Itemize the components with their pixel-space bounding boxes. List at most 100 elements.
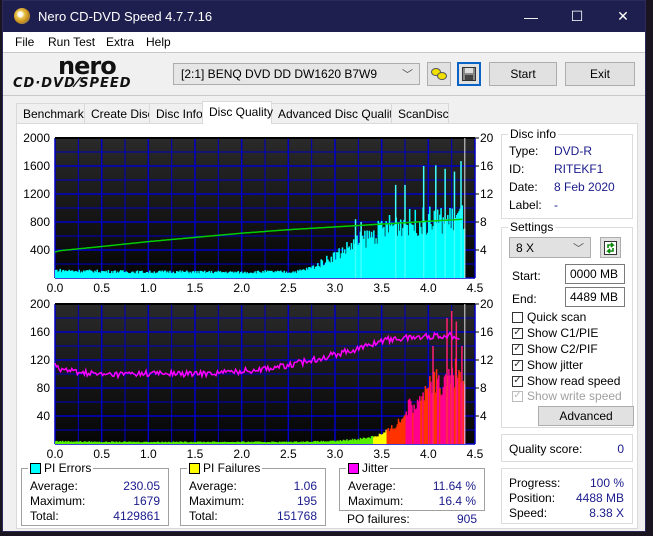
- pi-failures-avg: 1.06: [293, 479, 317, 493]
- y-left-tick-label: 1200: [23, 187, 50, 201]
- po-failures-value: 905: [456, 512, 477, 526]
- y-right-tick-label: 20: [480, 297, 494, 311]
- x-tick-label: 0.0: [47, 281, 64, 293]
- pi-failures-max: 195: [296, 494, 317, 508]
- tab-disc-quality[interactable]: Disc Quality: [202, 101, 273, 124]
- pi-errors-group: PI Errors Average: 230.05 Maximum: 1679 To…: [21, 461, 169, 526]
- logo-product: CD·DVD⁄SPEED: [13, 76, 132, 91]
- pi-failures-swatch: [189, 462, 200, 474]
- label-label: Label:: [509, 198, 542, 212]
- pi-errors-max-label: Maximum:: [30, 494, 86, 508]
- pi-errors-total: 4129861: [113, 509, 160, 523]
- disc-quality-panel: 2000 1600 1200 800 400 20 16 12 8 4 0.0 0.5 1.0 1.5 2.…: [16, 123, 638, 529]
- quality-score-label: Quality score:: [509, 442, 583, 456]
- app-window: Nero CD-DVD Speed 4.7.7.16 — ☐ ✕ File Ru…: [2, 0, 646, 532]
- quick-scan-checkbox[interactable]: Quick scan: [512, 310, 586, 324]
- jitter-title: Jitter: [362, 461, 389, 475]
- pi-errors-avg: 230.05: [123, 479, 160, 493]
- start-field[interactable]: 0000 MB: [565, 264, 625, 284]
- y-left-tick-label: 2000: [23, 131, 50, 145]
- x-tick-label: 1.0: [140, 281, 157, 293]
- tab-benchmark[interactable]: Benchmark: [16, 103, 85, 123]
- show-write-speed-checkbox: ✓ Show write speed: [512, 389, 622, 403]
- x-tick-label: 4.5: [467, 447, 484, 459]
- jitter-swatch: [348, 462, 359, 474]
- maximize-button[interactable]: ☐: [554, 1, 600, 32]
- po-failures-label: PO failures:: [347, 512, 410, 526]
- x-tick-label: 2.0: [233, 281, 250, 293]
- pi-failures-avg-label: Average:: [189, 479, 237, 493]
- nero-logo: nero CD·DVD⁄SPEED: [13, 52, 168, 93]
- chevron-down-icon: ﹀: [573, 243, 584, 255]
- menu-help[interactable]: Help: [146, 35, 171, 49]
- refresh-arrows-icon: [604, 240, 617, 255]
- menu-file[interactable]: File: [15, 35, 34, 49]
- tab-scandisc[interactable]: ScanDisc: [391, 103, 449, 123]
- pi-errors-chart: 2000 1600 1200 800 400 20 16 12 8 4 0.0 0.5 1.0 1.5 2.…: [17, 128, 497, 293]
- x-tick-label: 1.5: [187, 281, 204, 293]
- checkmark-icon: ✓: [512, 343, 523, 355]
- pi-errors-swatch: [30, 462, 41, 474]
- progress-group: Progress: 100 % Position: 4488 MB Speed: 8.…: [501, 468, 633, 524]
- y-left-tick-label: 800: [30, 215, 50, 229]
- close-button[interactable]: ✕: [600, 1, 646, 32]
- drive-select[interactable]: [2:1] BENQ DVD DD DW1620 B7W9 ﹀: [173, 63, 420, 85]
- tab-disc-info[interactable]: Disc Info: [149, 103, 203, 123]
- window-title: Nero CD-DVD Speed 4.7.7.16: [38, 9, 213, 24]
- y-left-tick-label: 200: [30, 297, 50, 311]
- show-c2-checkbox[interactable]: ✓ Show C2/PIF: [512, 342, 598, 356]
- advanced-button[interactable]: Advanced: [538, 406, 634, 426]
- pi-failures-chart-svg: 200 160 120 80 40 20 16 12 8 4 0.0 0.5 1.0 1.5 2.0 2.5 3…: [30, 297, 494, 459]
- jitter-avg: 11.64 %: [432, 479, 476, 493]
- chevron-down-icon: ﹀: [402, 69, 413, 81]
- menu-bar: File Run Test Extra Help: [3, 32, 645, 52]
- save-button[interactable]: [457, 62, 481, 86]
- y-right-tick-label: 16: [480, 159, 494, 173]
- checkmark-icon: ✓: [512, 390, 523, 402]
- date-label: Date:: [509, 180, 538, 194]
- pi-failures-total: 151768: [276, 509, 317, 523]
- disc-id: RITEKF1: [554, 162, 604, 176]
- start-button[interactable]: Start: [489, 62, 557, 86]
- checkmark-icon: ✓: [512, 375, 523, 387]
- disc-label: -: [554, 198, 558, 212]
- title-bar: Nero CD-DVD Speed 4.7.7.16 — ☐ ✕: [3, 1, 645, 32]
- tab-advanced-disc-quality[interactable]: Advanced Disc Quality: [271, 103, 399, 123]
- pi-errors-max: 1679: [133, 494, 160, 508]
- exit-button[interactable]: Exit: [565, 62, 635, 86]
- disc-info-group: Disc info Type: DVD-R ID: RITEKF1 Date: 8 F…: [501, 127, 633, 219]
- y-right-tick-label: 8: [480, 215, 487, 229]
- pi-errors-chart-svg: 2000 1600 1200 800 400 20 16 12 8 4 0.0 0.5 1.0 1.5 2.…: [23, 131, 494, 293]
- floppy-disk-icon: [462, 67, 476, 81]
- x-tick-label: 0.0: [47, 447, 64, 459]
- menu-extra[interactable]: Extra: [106, 35, 134, 49]
- jitter-avg-label: Average:: [348, 479, 396, 493]
- y-left-tick-label: 120: [30, 353, 50, 367]
- checkbox-icon: [512, 311, 523, 323]
- x-tick-label: 2.5: [280, 281, 297, 293]
- show-jitter-checkbox[interactable]: ✓ Show jitter: [512, 358, 583, 372]
- menu-run-test[interactable]: Run Test: [48, 35, 95, 49]
- y-right-tick-label: 4: [480, 243, 487, 257]
- drive-info-button[interactable]: [427, 62, 451, 86]
- disc-type: DVD-R: [554, 144, 592, 158]
- x-tick-label: 2.0: [233, 447, 250, 459]
- x-tick-label: 1.5: [187, 447, 204, 459]
- pi-failures-max-label: Maximum:: [189, 494, 245, 508]
- show-read-speed-checkbox[interactable]: ✓ Show read speed: [512, 374, 620, 388]
- tab-create-disc[interactable]: Create Disc: [84, 103, 154, 123]
- x-tick-label: 0.5: [93, 281, 110, 293]
- show-c1-checkbox[interactable]: ✓ Show C1/PIE: [512, 326, 598, 340]
- refresh-button[interactable]: [600, 237, 621, 258]
- x-tick-label: 3.0: [327, 447, 344, 459]
- quality-score-group: Quality score: 0: [501, 434, 633, 462]
- minimize-button[interactable]: —: [508, 1, 554, 32]
- x-tick-label: 4.0: [420, 447, 437, 459]
- end-field[interactable]: 4489 MB: [565, 287, 625, 307]
- y-right-tick-label: 4: [480, 409, 487, 423]
- x-tick-label: 4.0: [420, 281, 437, 293]
- jitter-max-label: Maximum:: [348, 494, 404, 508]
- nero-app-icon: [14, 8, 30, 24]
- speed-select[interactable]: 8 X ﹀: [509, 237, 591, 258]
- y-left-tick-label: 80: [37, 381, 51, 395]
